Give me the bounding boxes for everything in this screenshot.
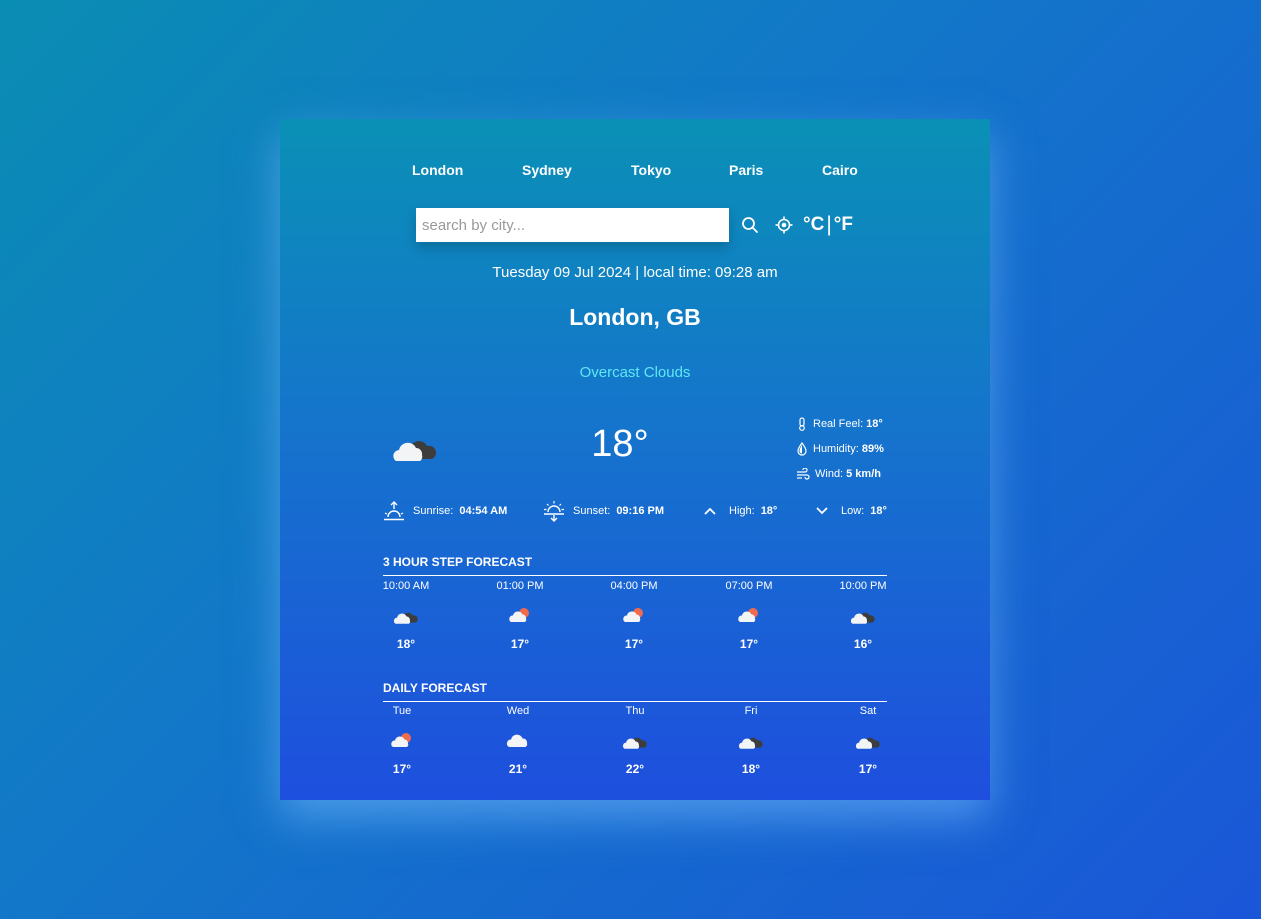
- few-clouds-sun-icon: [362, 722, 442, 760]
- humidity-row: Humidity: 89%: [796, 436, 884, 461]
- forecast-time: 07:00 PM: [725, 580, 773, 592]
- city-link-paris[interactable]: Paris: [729, 162, 763, 178]
- sunset-value: 09:16 PM: [616, 505, 665, 517]
- sunrise-icon: [384, 501, 404, 521]
- forecast-temp: 17°: [624, 637, 644, 651]
- forecast-item: 01:00 PM 17°: [480, 580, 560, 651]
- few-clouds-sun-icon: [594, 597, 674, 635]
- overcast-clouds-icon: [711, 722, 791, 760]
- weather-condition: Overcast Clouds: [579, 364, 691, 381]
- hourly-forecast: 10:00 AM 18° 01:00 PM 17° 04:00 PM 17° 0…: [383, 580, 887, 670]
- wind-icon: [797, 467, 810, 480]
- sun-and-temp-range: Sunrise: 04:54 AM Sunset: 09:16 PM High:…: [383, 499, 887, 523]
- location-icon[interactable]: [775, 216, 793, 234]
- wind-row: Wind: 5 km/h: [796, 461, 884, 486]
- city-link-sydney[interactable]: Sydney: [522, 162, 572, 178]
- unit-separator: |: [826, 213, 832, 236]
- forecast-temp: 17°: [739, 637, 759, 651]
- forecast-temp: 17°: [858, 762, 878, 776]
- forecast-time: 10:00 PM: [839, 580, 887, 592]
- forecast-temp: 18°: [396, 637, 416, 651]
- local-datetime: Tuesday 09 Jul 2024 | local time: 09:28 …: [492, 264, 778, 281]
- overcast-clouds-icon: [828, 722, 908, 760]
- sunrise-label: Sunrise:: [413, 505, 454, 517]
- low-label: Low:: [841, 505, 865, 517]
- low-value: 18°: [870, 505, 887, 517]
- overcast-clouds-icon: [595, 722, 675, 760]
- city-link-london[interactable]: London: [412, 162, 463, 178]
- forecast-item: 10:00 AM 18°: [366, 580, 446, 651]
- chevron-down-icon: [816, 507, 828, 515]
- humidity-value: 89%: [861, 442, 884, 455]
- forecast-time: 04:00 PM: [610, 580, 658, 592]
- forecast-item: 10:00 PM 16°: [823, 580, 903, 651]
- forecast-temp: 17°: [510, 637, 530, 651]
- forecast-item: 04:00 PM 17°: [594, 580, 674, 651]
- daily-forecast: Tue 17° Wed 21° Thu 22° Fri 18° Sat 17°: [383, 705, 887, 795]
- sunrise-value: 04:54 AM: [459, 505, 508, 517]
- sunset-label: Sunset:: [573, 505, 611, 517]
- search-bar: °C | °F: [416, 208, 853, 242]
- real-feel-value: 18°: [866, 417, 883, 430]
- sunset-icon: [544, 501, 564, 522]
- forecast-item: Tue 17°: [362, 705, 442, 776]
- search-icon[interactable]: [741, 216, 759, 234]
- search-input[interactable]: [416, 208, 729, 242]
- forecast-day: Thu: [625, 705, 645, 717]
- weather-details: Real Feel: 18° Humidity: 89% Wind: 5 km/…: [796, 411, 884, 486]
- forecast-temp: 18°: [741, 762, 761, 776]
- forecast-temp: 22°: [625, 762, 645, 776]
- forecast-temp: 21°: [508, 762, 528, 776]
- humidity-icon: [797, 441, 807, 456]
- wind-value: 5 km/h: [846, 467, 881, 480]
- overcast-clouds-icon: [390, 429, 440, 470]
- low-temp-item: Low: 18°: [815, 499, 887, 523]
- forecast-day: Tue: [392, 705, 412, 717]
- real-feel-row: Real Feel: 18°: [796, 411, 884, 436]
- real-feel-label: Real Feel:: [813, 417, 864, 430]
- celsius-button[interactable]: °C: [803, 214, 824, 236]
- daily-forecast-title: DAILY FORECAST: [383, 681, 887, 702]
- sunset-item: Sunset: 09:16 PM: [543, 499, 664, 523]
- humidity-label: Humidity:: [813, 442, 859, 455]
- forecast-item: Thu 22°: [595, 705, 675, 776]
- forecast-item: Sat 17°: [828, 705, 908, 776]
- hourly-forecast-title: 3 HOUR STEP FORECAST: [383, 555, 887, 576]
- wind-label: Wind:: [815, 467, 844, 480]
- high-label: High:: [729, 505, 755, 517]
- forecast-day: Sat: [859, 705, 877, 717]
- few-clouds-sun-icon: [480, 597, 560, 635]
- current-temperature: 18°: [591, 423, 649, 465]
- chevron-up-icon: [704, 507, 716, 515]
- forecast-time: 10:00 AM: [382, 580, 430, 592]
- location-title: London, GB: [569, 304, 701, 330]
- thermometer-icon: [799, 416, 805, 431]
- high-temp-item: High: 18°: [703, 499, 777, 523]
- forecast-time: 01:00 PM: [496, 580, 544, 592]
- high-value: 18°: [760, 505, 778, 517]
- unit-toggle: °C | °F: [803, 213, 853, 237]
- fahrenheit-button[interactable]: °F: [834, 214, 853, 236]
- sunrise-item: Sunrise: 04:54 AM: [383, 499, 507, 523]
- weather-card: London Sydney Tokyo Paris Cairo °C | °F …: [280, 119, 990, 800]
- forecast-day: Wed: [506, 705, 530, 717]
- overcast-clouds-icon: [366, 597, 446, 635]
- forecast-temp: 17°: [392, 762, 412, 776]
- forecast-item: Fri 18°: [711, 705, 791, 776]
- overcast-clouds-icon: [823, 597, 903, 635]
- city-link-cairo[interactable]: Cairo: [822, 162, 858, 178]
- cloud-icon: [478, 722, 558, 760]
- forecast-item: Wed 21°: [478, 705, 558, 776]
- few-clouds-sun-icon: [709, 597, 789, 635]
- forecast-temp: 16°: [853, 637, 873, 651]
- city-link-tokyo[interactable]: Tokyo: [631, 162, 671, 178]
- forecast-day: Fri: [744, 705, 758, 717]
- forecast-item: 07:00 PM 17°: [709, 580, 789, 651]
